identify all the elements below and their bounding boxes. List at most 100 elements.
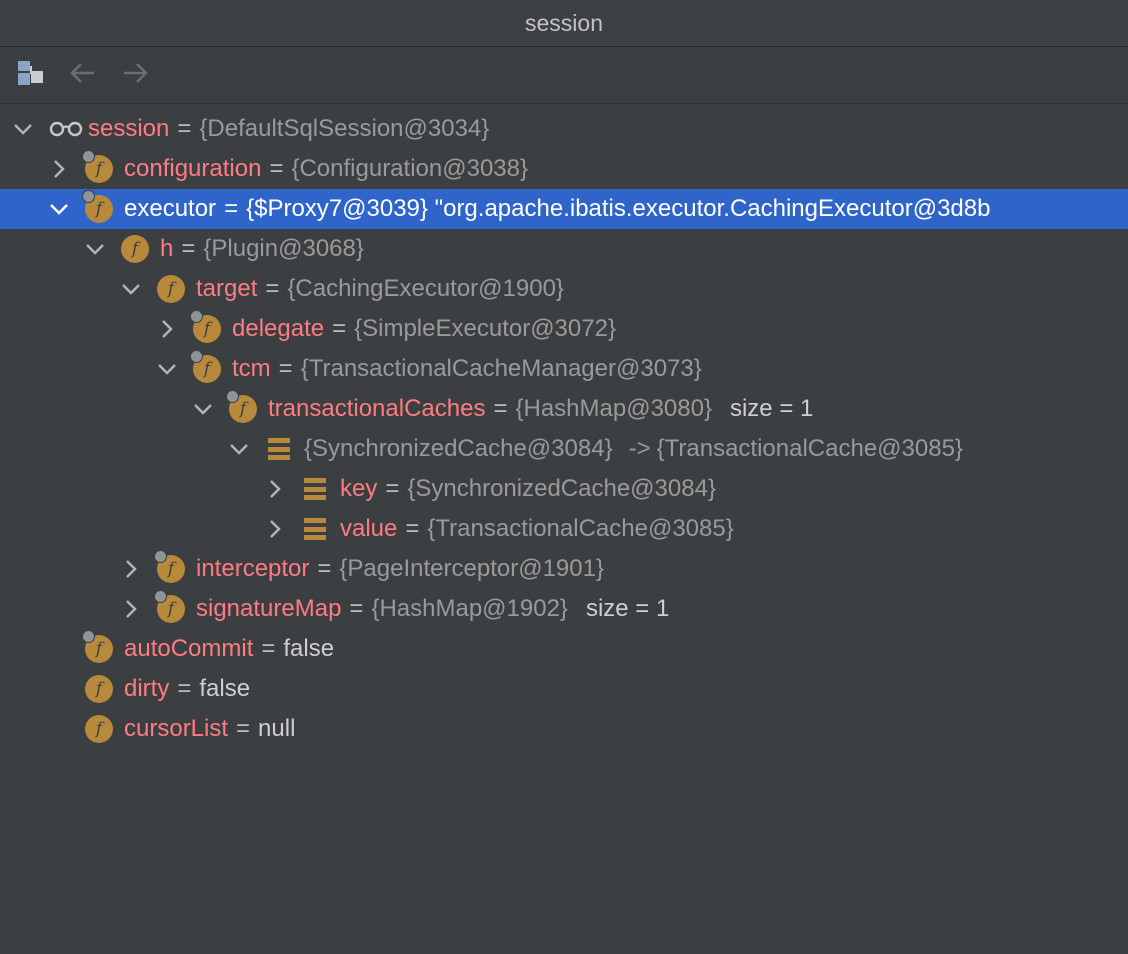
tree-row[interactable]: f configuration = {Configuration@3038} bbox=[0, 149, 1128, 189]
map-arrow: -> bbox=[628, 435, 651, 462]
variable-name: signatureMap bbox=[196, 595, 342, 622]
chevron-down-icon[interactable] bbox=[120, 278, 142, 300]
back-arrow-icon bbox=[68, 61, 98, 90]
tree-row-text: {SynchronizedCache@3084} -> {Transactional… bbox=[304, 435, 963, 463]
tree-row-text: session = {DefaultSqlSession@3034} bbox=[88, 115, 489, 143]
tree-row[interactable]: f tcm = {TransactionalCacheManager@3073} bbox=[0, 349, 1128, 389]
equals-sign: = bbox=[317, 555, 332, 582]
variable-name: configuration bbox=[124, 155, 262, 182]
tree-row-text: target = {CachingExecutor@1900} bbox=[196, 275, 564, 303]
equals-sign: = bbox=[181, 235, 196, 262]
chevron-right-icon[interactable] bbox=[156, 318, 178, 340]
variable-value: {TransactionalCache@3085} bbox=[427, 515, 734, 542]
chevron-right-icon[interactable] bbox=[48, 158, 70, 180]
variable-value: {SynchronizedCache@3084} bbox=[304, 435, 613, 462]
chevron-down-icon[interactable] bbox=[48, 198, 70, 220]
tree-row-text: executor = {$Proxy7@3039} "org.apache.ibat… bbox=[124, 195, 990, 223]
variable-value: {TransactionalCacheManager@3073} bbox=[300, 355, 702, 382]
tree-row-text: autoCommit = false bbox=[124, 635, 334, 663]
tree-row-text: value = {TransactionalCache@3085} bbox=[340, 515, 734, 543]
field-icon: f bbox=[190, 350, 222, 384]
variable-name: target bbox=[196, 275, 258, 302]
equals-sign: = bbox=[265, 275, 280, 302]
variables-tree: session = {DefaultSqlSession@3034} f configu… bbox=[0, 109, 1128, 749]
variable-value: false bbox=[199, 675, 251, 702]
variable-name: tcm bbox=[232, 355, 271, 382]
variable-value: {SynchronizedCache@3084} bbox=[407, 475, 716, 502]
variable-name: session bbox=[88, 115, 170, 142]
variable-name: dirty bbox=[124, 675, 170, 702]
tree-row[interactable]: f autoCommit = false bbox=[0, 629, 1128, 669]
forward-button[interactable] bbox=[118, 58, 152, 92]
collection-size: size = 1 bbox=[729, 395, 814, 422]
field-icon: f bbox=[84, 674, 114, 704]
tree-row-text: delegate = {SimpleExecutor@3072} bbox=[232, 315, 616, 343]
window-title-bar: session bbox=[0, 0, 1128, 47]
variable-value: {SimpleExecutor@3072} bbox=[354, 315, 616, 342]
equals-sign: = bbox=[332, 315, 347, 342]
field-icon: f bbox=[154, 590, 186, 624]
tree-row[interactable]: f delegate = {SimpleExecutor@3072} bbox=[0, 309, 1128, 349]
back-button[interactable] bbox=[66, 58, 100, 92]
variable-value: {Configuration@3038} bbox=[291, 155, 528, 182]
variable-value: {CachingExecutor@1900} bbox=[287, 275, 564, 302]
chevron-down-icon[interactable] bbox=[12, 118, 34, 140]
variable-name: h bbox=[160, 235, 174, 262]
field-icon: f bbox=[156, 274, 186, 304]
equals-sign: = bbox=[493, 395, 508, 422]
tree-row-text: dirty = false bbox=[124, 675, 250, 703]
tree-row-text: tcm = {TransactionalCacheManager@3073} bbox=[232, 355, 702, 383]
tree-row[interactable]: f h = {Plugin@3068} bbox=[0, 229, 1128, 269]
tree-row[interactable]: f executor = {$Proxy7@3039} "org.apache.iba… bbox=[0, 189, 1128, 229]
show-objects-icon bbox=[16, 58, 46, 93]
tree-row[interactable]: f cursorList = null bbox=[0, 709, 1128, 749]
field-icon: f bbox=[190, 310, 222, 344]
equals-sign: = bbox=[177, 115, 192, 142]
chevron-right-icon[interactable] bbox=[120, 598, 142, 620]
field-icon: f bbox=[120, 234, 150, 264]
chevron-right-icon[interactable] bbox=[264, 518, 286, 540]
equals-sign: = bbox=[261, 635, 276, 662]
debugger-variables-window: session session = {DefaultSqlSession@303… bbox=[0, 0, 1128, 954]
variable-value: {PageInterceptor@1901} bbox=[339, 555, 604, 582]
variable-value: {DefaultSqlSession@3034} bbox=[199, 115, 490, 142]
chevron-right-icon[interactable] bbox=[264, 478, 286, 500]
variable-name: autoCommit bbox=[124, 635, 254, 662]
chevron-down-icon[interactable] bbox=[156, 358, 178, 380]
field-icon: f bbox=[226, 390, 258, 424]
chevron-down-icon[interactable] bbox=[228, 438, 250, 460]
show-objects-button[interactable] bbox=[14, 58, 48, 92]
tree-row-text: cursorList = null bbox=[124, 715, 295, 743]
tree-row-text: interceptor = {PageInterceptor@1901} bbox=[196, 555, 604, 583]
field-icon: f bbox=[84, 714, 114, 744]
equals-sign: = bbox=[278, 355, 293, 382]
tree-row[interactable]: {SynchronizedCache@3084} -> {Transactional… bbox=[0, 429, 1128, 469]
tree-row-text: key = {SynchronizedCache@3084} bbox=[340, 475, 716, 503]
map-entry-target: {TransactionalCache@3085} bbox=[656, 435, 963, 462]
tree-row[interactable]: session = {DefaultSqlSession@3034} bbox=[0, 109, 1128, 149]
watch-glasses-icon bbox=[48, 114, 84, 144]
chevron-down-icon[interactable] bbox=[192, 398, 214, 420]
tree-row[interactable]: value = {TransactionalCache@3085} bbox=[0, 509, 1128, 549]
chevron-down-icon[interactable] bbox=[84, 238, 106, 260]
variable-name: key bbox=[340, 475, 378, 502]
variable-name: transactionalCaches bbox=[268, 395, 486, 422]
variable-value: {Plugin@3068} bbox=[203, 235, 364, 262]
tree-row-text: signatureMap = {HashMap@1902} size = 1 bbox=[196, 595, 669, 623]
variable-name: executor bbox=[124, 195, 217, 222]
tree-row[interactable]: f signatureMap = {HashMap@1902} size = 1 bbox=[0, 589, 1128, 629]
tree-row[interactable]: key = {SynchronizedCache@3084} bbox=[0, 469, 1128, 509]
tree-row[interactable]: f transactionalCaches = {HashMap@3080} size … bbox=[0, 389, 1128, 429]
variable-name: value bbox=[340, 515, 398, 542]
tree-row[interactable]: f target = {CachingExecutor@1900} bbox=[0, 269, 1128, 309]
tree-row-text: configuration = {Configuration@3038} bbox=[124, 155, 528, 183]
tree-row[interactable]: f dirty = false bbox=[0, 669, 1128, 709]
variable-value: false bbox=[283, 635, 335, 662]
map-entry-icon bbox=[264, 434, 294, 464]
collection-size: size = 1 bbox=[585, 595, 670, 622]
variable-name: delegate bbox=[232, 315, 325, 342]
chevron-right-icon[interactable] bbox=[120, 558, 142, 580]
map-entry-icon bbox=[300, 474, 330, 504]
forward-arrow-icon bbox=[120, 61, 150, 90]
tree-row[interactable]: f interceptor = {PageInterceptor@1901} bbox=[0, 549, 1128, 589]
